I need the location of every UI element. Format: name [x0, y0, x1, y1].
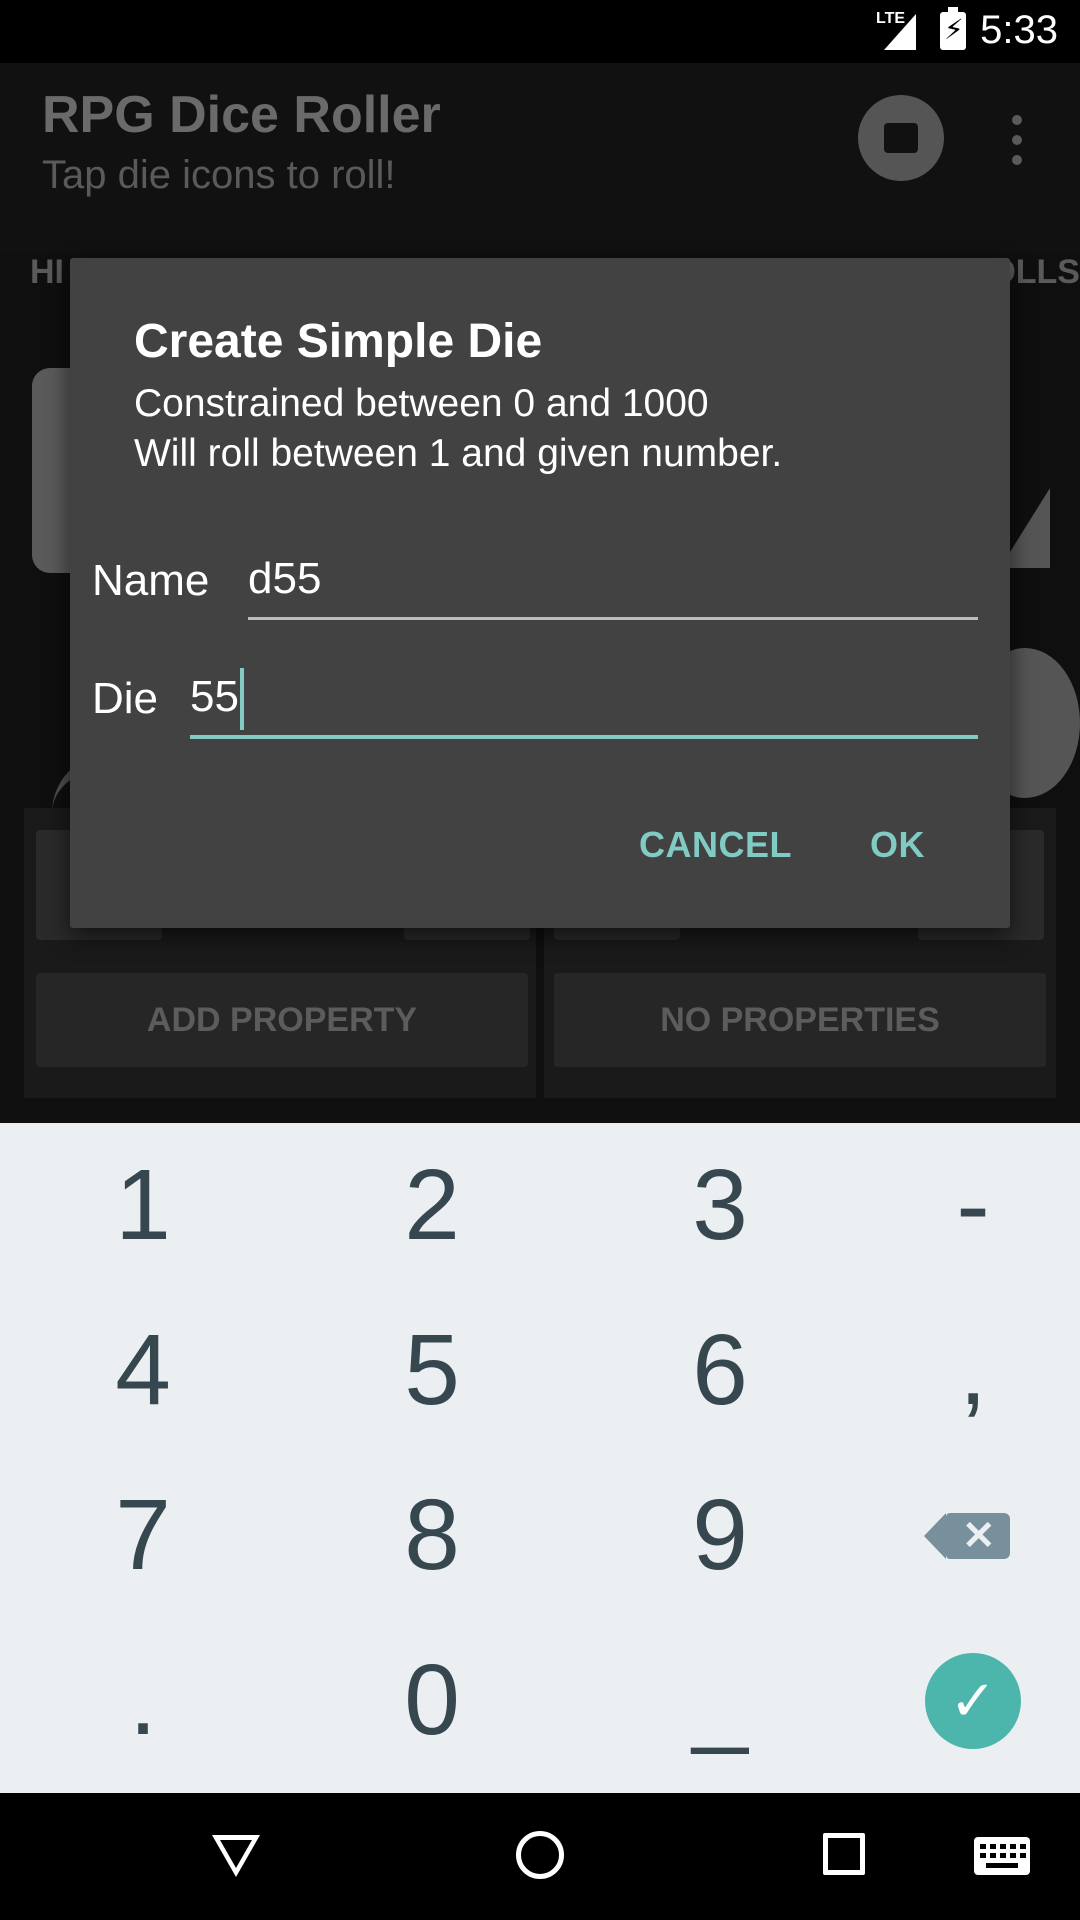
status-bar: LTE ⚡ 5:33: [0, 0, 1080, 63]
flame-book-icon[interactable]: [858, 95, 944, 181]
dialog-message-line2: Will roll between 1 and given number.: [134, 432, 783, 475]
key-comma[interactable]: ,: [838, 1288, 1080, 1453]
key-minus[interactable]: -: [838, 1123, 1080, 1288]
key-5[interactable]: 5: [297, 1288, 567, 1453]
key-underscore[interactable]: _: [585, 1618, 855, 1783]
key-2[interactable]: 2: [297, 1123, 567, 1288]
recents-icon[interactable]: [823, 1833, 865, 1875]
die-label: Die: [92, 674, 159, 723]
tab-history[interactable]: HI: [30, 253, 64, 292]
overflow-menu-icon[interactable]: [1012, 115, 1024, 165]
app-subtitle: Tap die icons to roll!: [42, 153, 396, 197]
key-0[interactable]: 0: [297, 1618, 567, 1783]
key-8[interactable]: 8: [297, 1453, 567, 1618]
numeric-keyboard: 1 2 3 - 4 5 6 , 7 8 9 ✕ . 0 _ ✓: [0, 1123, 1080, 1793]
signal-icon: [884, 14, 916, 50]
checkmark-icon: ✓: [925, 1652, 1021, 1749]
keyboard-switch-icon[interactable]: [974, 1837, 1030, 1875]
die-input[interactable]: [190, 664, 978, 730]
name-underline: [248, 617, 978, 620]
create-simple-die-dialog: Create Simple Die Constrained between 0 …: [70, 258, 1010, 928]
navigation-bar: [0, 1793, 1080, 1920]
key-4[interactable]: 4: [8, 1288, 278, 1453]
dialog-message-line1: Constrained between 0 and 1000: [134, 382, 709, 425]
no-properties-button[interactable]: NO PROPERTIES: [554, 973, 1046, 1067]
key-9[interactable]: 9: [585, 1453, 855, 1618]
home-icon[interactable]: [516, 1831, 564, 1879]
text-cursor: [240, 668, 244, 730]
status-time: 5:33: [980, 8, 1058, 52]
key-period[interactable]: .: [8, 1618, 278, 1783]
app-bar: RPG Dice Roller Tap die icons to roll!: [0, 63, 1080, 253]
backspace-key[interactable]: ✕: [838, 1453, 1080, 1618]
name-input[interactable]: [248, 546, 978, 612]
key-6[interactable]: 6: [585, 1288, 855, 1453]
name-label: Name: [92, 556, 210, 605]
cancel-button[interactable]: CANCEL: [639, 824, 792, 866]
add-property-button[interactable]: ADD PROPERTY: [36, 973, 528, 1067]
backspace-icon: ✕: [924, 1512, 1010, 1559]
battery-charging-icon: ⚡: [940, 7, 966, 50]
dialog-title: Create Simple Die: [134, 315, 543, 368]
die-underline: [190, 735, 978, 739]
ok-button[interactable]: OK: [870, 824, 925, 866]
key-7[interactable]: 7: [8, 1453, 278, 1618]
app-title: RPG Dice Roller: [42, 86, 441, 144]
back-icon[interactable]: [212, 1835, 260, 1877]
key-1[interactable]: 1: [8, 1123, 278, 1288]
enter-key[interactable]: ✓: [838, 1618, 1080, 1783]
key-3[interactable]: 3: [585, 1123, 855, 1288]
